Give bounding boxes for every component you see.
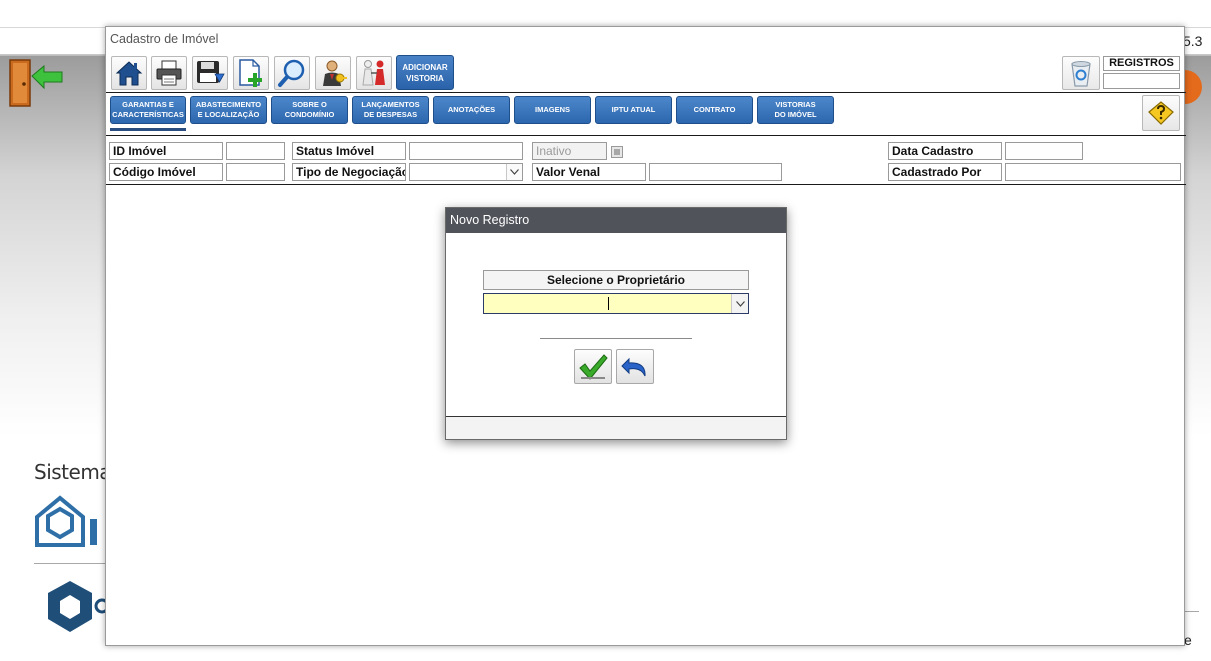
app-version-text: 5.3 <box>1183 33 1203 49</box>
tab-iptu-label: IPTU ATUAL <box>611 105 656 114</box>
valor-venal-label: Valor Venal <box>532 163 646 181</box>
cadastrado-por-field[interactable] <box>1005 163 1181 181</box>
tab-despesas-label-1: LANÇAMENTOS <box>361 100 420 109</box>
people-icon <box>362 60 385 86</box>
tabs-divider <box>106 135 1186 136</box>
owner-button[interactable] <box>315 56 351 90</box>
data-cadastro-field[interactable] <box>1005 142 1083 160</box>
add-vistoria-button[interactable]: ADICIONAR VISTORIA <box>396 55 454 90</box>
app-title-bar <box>0 0 1211 28</box>
active-tab-indicator <box>110 128 186 131</box>
tab-condominio[interactable]: SOBRE O CONDOMÍNIO <box>271 96 348 124</box>
new-document-icon <box>239 59 262 87</box>
checkmark-icon <box>579 353 608 380</box>
tab-despesas-label-2: DE DESPESAS <box>363 110 418 119</box>
registros-label: REGISTROS <box>1103 56 1180 71</box>
owner-key-icon <box>323 60 347 86</box>
proprietario-label: Selecione o Proprietário <box>483 270 749 290</box>
chevron-down-icon[interactable] <box>731 294 748 313</box>
recycle-bin-button[interactable] <box>1062 56 1100 90</box>
new-record-button[interactable] <box>233 56 269 90</box>
tab-vistorias-label-2: DO IMÓVEL <box>774 110 817 119</box>
toolbar-divider <box>106 92 1186 93</box>
tipo-negociacao-select[interactable] <box>409 163 523 181</box>
proprietario-select[interactable] <box>483 293 749 314</box>
cadastrado-por-label: Cadastrado Por <box>888 163 1002 181</box>
people-button[interactable] <box>356 56 392 90</box>
help-icon <box>1148 101 1174 125</box>
search-button[interactable] <box>274 56 310 90</box>
undo-button[interactable] <box>616 349 654 384</box>
novo-registro-dialog: Novo Registro Selecione o Proprietário <box>445 207 787 440</box>
data-cadastro-label: Data Cadastro <box>888 142 1002 160</box>
text-caret <box>608 297 609 310</box>
tab-garantias[interactable]: GARANTIAS E CARACTERÍSTICAS <box>110 96 186 124</box>
tab-garantias-label-1: GARANTIAS E <box>122 100 174 109</box>
confirm-button[interactable] <box>574 349 612 384</box>
undo-icon <box>621 357 646 376</box>
printer-icon <box>156 60 182 86</box>
tab-anotacoes-label: ANOTAÇÕES <box>447 105 496 114</box>
registros-value <box>1103 73 1180 89</box>
inativo-label: Inativo <box>532 142 607 160</box>
tab-contrato-label: CONTRATO <box>693 105 736 114</box>
add-vistoria-label-1: ADICIONAR <box>402 62 448 72</box>
status-imovel-field[interactable] <box>409 142 523 160</box>
chevron-down-icon[interactable] <box>506 164 522 180</box>
home-button[interactable] <box>111 56 147 90</box>
save-icon <box>197 61 225 83</box>
dialog-title: Novo Registro <box>446 208 786 233</box>
tab-imagens-label: IMAGENS <box>534 105 570 114</box>
background-text-fragment: e <box>1184 632 1192 648</box>
tab-condominio-label-2: CONDOMÍNIO <box>284 110 335 119</box>
fields-divider <box>106 184 1186 185</box>
tab-abastecimento[interactable]: ABASTECIMENTO E LOCALIZAÇÃO <box>190 96 267 124</box>
hexagon-logo-icon <box>44 578 110 640</box>
tab-garantias-label-2: CARACTERÍSTICAS <box>112 110 184 119</box>
id-imovel-field[interactable] <box>226 142 285 160</box>
codigo-imovel-field[interactable] <box>226 163 285 181</box>
home-icon <box>115 61 143 86</box>
house-logo-icon <box>34 495 109 550</box>
tab-despesas[interactable]: LANÇAMENTOS DE DESPESAS <box>352 96 429 124</box>
background-divider <box>34 563 106 564</box>
tab-iptu[interactable]: IPTU ATUAL <box>595 96 672 124</box>
tab-abastecimento-label-2: E LOCALIZAÇÃO <box>197 110 260 119</box>
id-imovel-label: ID Imóvel <box>109 142 223 160</box>
dialog-footer <box>446 416 786 439</box>
status-imovel-label: Status Imóvel <box>292 142 406 160</box>
valor-venal-field[interactable] <box>649 163 782 181</box>
save-button[interactable] <box>192 56 228 90</box>
exit-door-icon[interactable] <box>8 58 64 110</box>
window-title: Cadastro de Imóvel <box>110 32 219 46</box>
print-button[interactable] <box>151 56 187 90</box>
add-vistoria-label-2: VISTORIA <box>406 73 444 83</box>
tab-condominio-label-1: SOBRE O <box>292 100 327 109</box>
tipo-negociacao-label: Tipo de Negociação <box>292 163 406 181</box>
tab-vistorias-label-1: VISTORIAS <box>775 100 816 109</box>
help-button[interactable] <box>1142 95 1180 131</box>
tab-abastecimento-label-1: ABASTECIMENTO <box>195 100 262 109</box>
background-divider-right <box>1184 611 1199 612</box>
dialog-divider <box>540 338 692 339</box>
tab-imagens[interactable]: IMAGENS <box>514 96 591 124</box>
recycle-bin-icon <box>1071 61 1091 87</box>
tab-contrato[interactable]: CONTRATO <box>676 96 753 124</box>
tab-anotacoes[interactable]: ANOTAÇÕES <box>433 96 510 124</box>
codigo-imovel-label: Código Imóvel <box>109 163 223 181</box>
inativo-checkbox[interactable] <box>611 146 623 158</box>
tab-vistorias[interactable]: VISTORIAS DO IMÓVEL <box>757 96 834 124</box>
magnifier-icon <box>278 59 305 87</box>
